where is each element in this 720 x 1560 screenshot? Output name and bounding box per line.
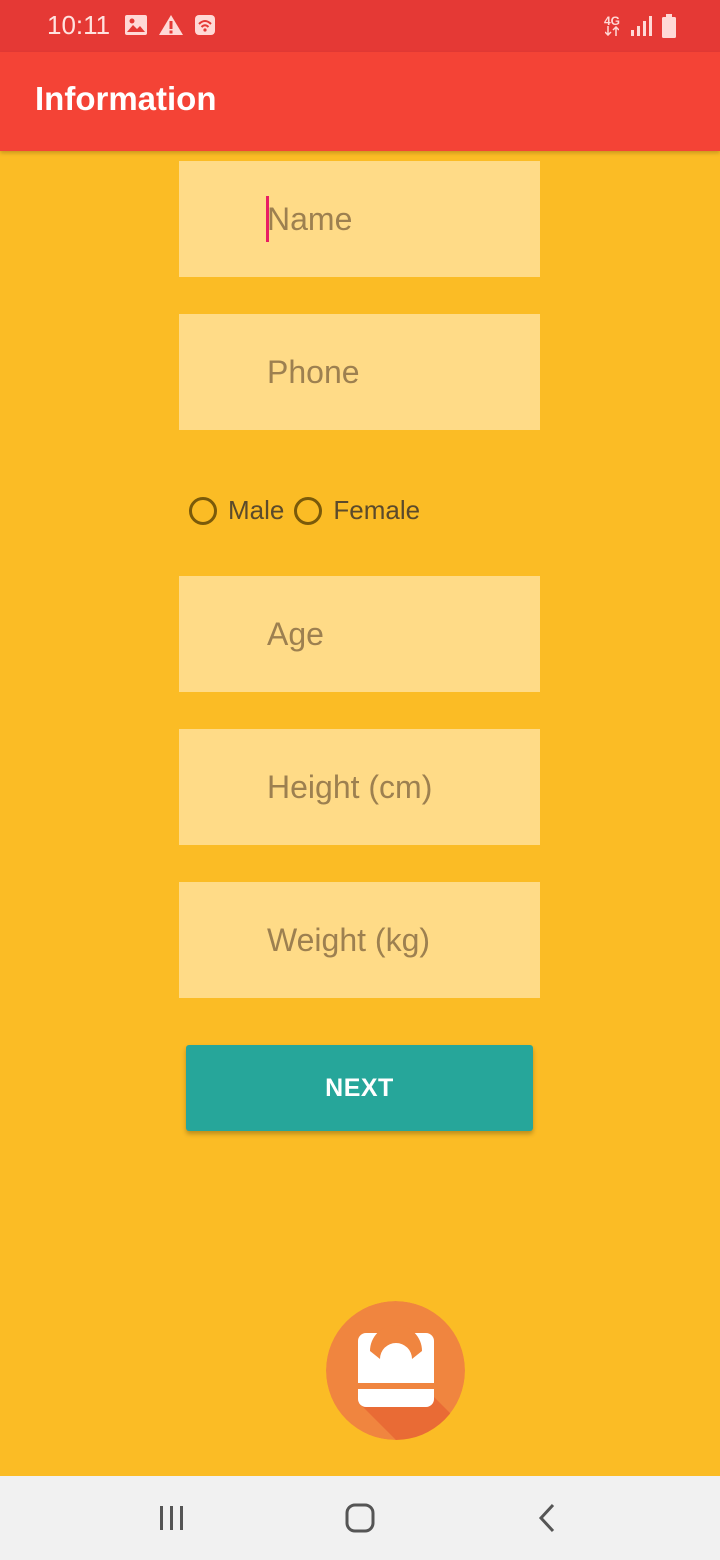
phone-field[interactable] [179,314,540,430]
status-time: 10:11 [47,10,111,40]
radio-female[interactable]: Female [294,495,420,526]
radio-male-circle[interactable] [189,496,217,525]
text-cursor [266,196,269,242]
weight-field[interactable] [179,882,540,998]
wifi-calling-icon [194,14,216,36]
image-icon [124,14,148,36]
name-field[interactable] [179,161,540,277]
home-icon[interactable] [330,1496,390,1540]
status-bar: 10:11 4G [0,0,720,52]
recent-apps-icon[interactable] [142,1496,202,1540]
next-button[interactable]: NEXT [186,1045,533,1131]
battery-icon [662,14,676,38]
weight-scale-icon [326,1301,465,1440]
radio-female-circle[interactable] [294,496,323,525]
back-icon[interactable] [518,1496,578,1540]
warning-icon [158,14,184,36]
page-title: Information [35,80,217,117]
network-4g-icon: 4G [604,15,620,36]
status-icons-right: 4G [604,14,676,38]
status-icons-left [124,14,216,36]
height-field[interactable] [179,729,540,845]
navigation-bar [0,1476,720,1560]
radio-male-label: Male [228,495,285,525]
radio-female-label: Female [333,495,421,525]
gender-radio-group: Male Female [189,495,430,526]
age-field[interactable] [179,576,540,692]
radio-male[interactable]: Male [189,495,284,526]
app-bar: Information [0,52,720,151]
signal-icon [630,15,652,37]
